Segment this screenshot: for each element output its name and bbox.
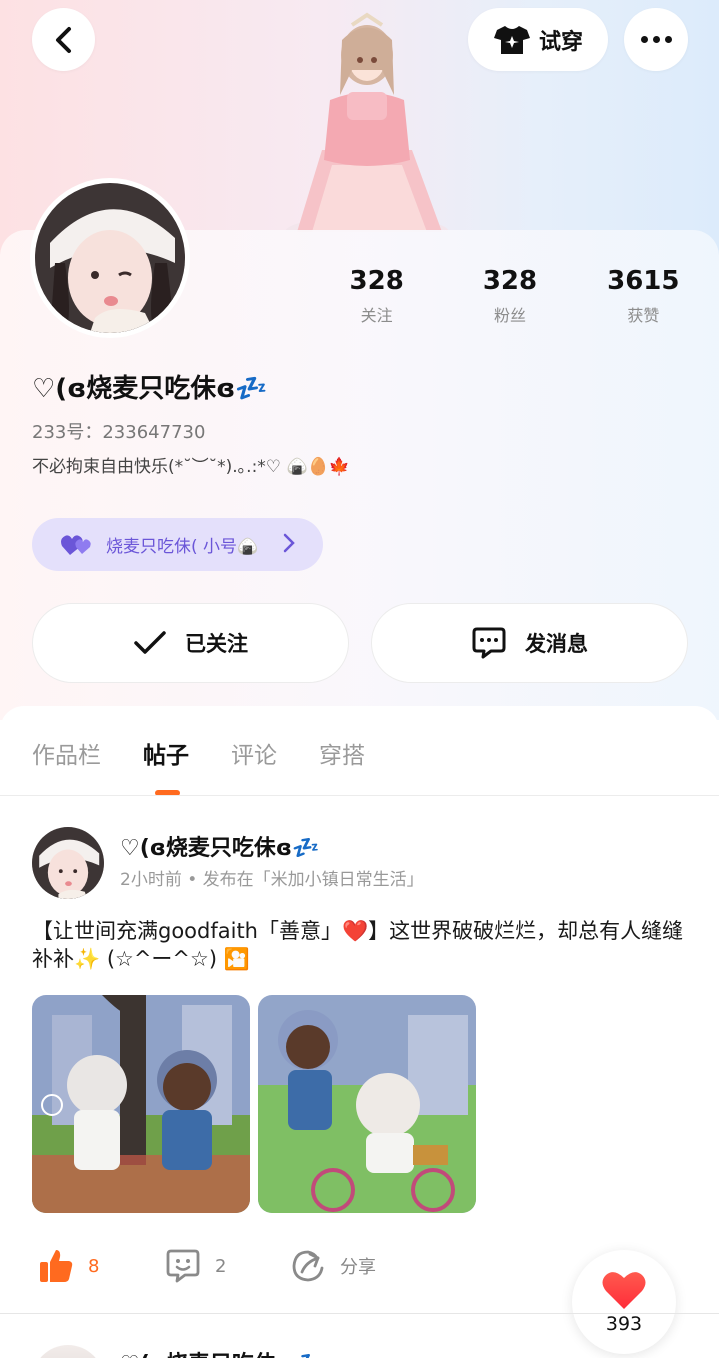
stat-label: 获赞 bbox=[627, 306, 660, 325]
chevron-left-icon bbox=[55, 26, 71, 53]
next-post-author-name[interactable]: ♡(ɞ烧麦只吃佅ɞ💤 bbox=[120, 1346, 319, 1358]
stat-label: 关注 bbox=[360, 306, 393, 325]
floating-like-button[interactable]: 393 bbox=[572, 1250, 676, 1354]
stat-value: 328 bbox=[482, 266, 538, 296]
more-button[interactable] bbox=[624, 8, 688, 71]
profile-page: 试穿 328 关注 328 粉丝 3615 获赞 ♡(ɞ烧麦只吃佅ɞ💤 233号… bbox=[0, 0, 719, 1358]
try-on-label: 试穿 bbox=[538, 29, 583, 55]
message-button[interactable]: 发消息 bbox=[371, 603, 688, 683]
tshirt-icon bbox=[493, 25, 530, 54]
tab-comments[interactable]: 评论 bbox=[231, 736, 277, 770]
post-text[interactable]: 【让世间充满goodfaith「善意」❤️】这世界破破烂烂，却总有人缝缝补补✨ … bbox=[32, 917, 692, 973]
alt-account-link[interactable]: 烧麦只吃佅( 小号🍙 bbox=[32, 518, 323, 571]
stat-following[interactable]: 328 关注 bbox=[310, 266, 443, 326]
post-avatar-illustration bbox=[32, 827, 104, 899]
message-label: 发消息 bbox=[525, 632, 588, 656]
avatar-3d-figure[interactable] bbox=[282, 0, 452, 232]
more-dots-icon bbox=[640, 36, 648, 43]
post-image-illustration-1 bbox=[32, 995, 250, 1213]
alt-account-label: 烧麦只吃佅( 小号🍙 bbox=[106, 537, 259, 557]
avatar-image bbox=[35, 183, 185, 333]
double-heart-icon bbox=[61, 534, 91, 555]
post-image[interactable] bbox=[32, 995, 250, 1213]
post-author-avatar[interactable] bbox=[32, 827, 104, 899]
stat-label: 粉丝 bbox=[493, 306, 526, 325]
follow-button[interactable]: 已关注 bbox=[32, 603, 349, 683]
chat-bubble-icon bbox=[472, 627, 506, 659]
tab-works[interactable]: 作品栏 bbox=[32, 736, 101, 770]
post-image[interactable] bbox=[258, 995, 476, 1213]
profile-bio: 不必拘束自由快乐(*˘︶˘*).｡.:*♡ 🍙🥚🍁 bbox=[32, 457, 350, 477]
stat-value: 328 bbox=[349, 266, 404, 296]
stat-followers[interactable]: 328 粉丝 bbox=[443, 266, 576, 326]
share-button[interactable]: 分享 bbox=[290, 1248, 376, 1284]
chevron-right-icon bbox=[283, 533, 295, 553]
tabs-divider bbox=[0, 795, 719, 796]
thumbs-up-icon bbox=[40, 1250, 73, 1282]
back-button[interactable] bbox=[32, 8, 95, 71]
like-button[interactable]: 8 bbox=[38, 1248, 165, 1284]
follow-label: 已关注 bbox=[185, 632, 248, 656]
avatar-illustration bbox=[35, 183, 185, 333]
try-on-button[interactable]: 试穿 bbox=[468, 8, 608, 71]
check-icon bbox=[134, 631, 166, 654]
stat-likes[interactable]: 3615 获赞 bbox=[577, 266, 710, 326]
post-actions: 8 2 分享 bbox=[38, 1248, 376, 1284]
post-meta: 2小时前 • 发布在「米加小镇日常生活」 bbox=[120, 870, 424, 890]
stat-value: 3615 bbox=[607, 266, 680, 296]
comment-icon bbox=[166, 1249, 200, 1283]
heart-icon bbox=[602, 1272, 646, 1309]
share-icon bbox=[292, 1250, 324, 1282]
profile-stats: 328 关注 328 粉丝 3615 获赞 bbox=[310, 266, 710, 326]
profile-uid: 233号：233647730 bbox=[32, 422, 206, 443]
profile-tabs: 作品栏 帖子 评论 穿搭 bbox=[32, 736, 365, 770]
post-image-illustration-2 bbox=[258, 995, 476, 1213]
like-count: 8 bbox=[88, 1255, 100, 1277]
profile-nickname: ♡(ɞ烧麦只吃佅ɞ💤 bbox=[32, 374, 268, 404]
share-label: 分享 bbox=[340, 1257, 376, 1278]
comment-count: 2 bbox=[215, 1255, 227, 1277]
more-dot bbox=[652, 36, 660, 43]
post-divider bbox=[0, 1313, 719, 1314]
profile-avatar[interactable] bbox=[30, 178, 190, 338]
floating-like-count: 393 bbox=[605, 1313, 643, 1335]
comment-button[interactable]: 2 bbox=[165, 1248, 290, 1284]
post-author-name[interactable]: ♡(ɞ烧麦只吃佅ɞ💤 bbox=[120, 830, 319, 862]
tab-outfits[interactable]: 穿搭 bbox=[319, 736, 365, 770]
more-dot bbox=[664, 36, 672, 43]
tab-posts[interactable]: 帖子 bbox=[143, 736, 189, 770]
